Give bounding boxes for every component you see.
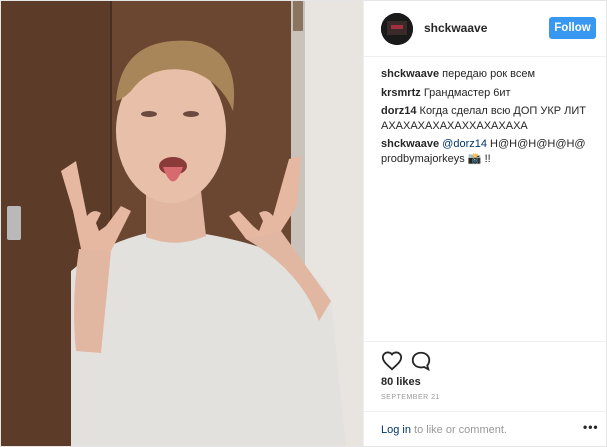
comment-text: передаю рок всем <box>442 68 536 80</box>
author-username[interactable]: shckwaave <box>424 21 487 35</box>
comment-username[interactable]: dorz14 <box>381 105 416 117</box>
instagram-post: shckwaave Follow shckwaave передаю рок в… <box>0 0 607 447</box>
avatar-image <box>381 13 413 45</box>
comment-username[interactable]: krsmrtz <box>381 87 421 99</box>
post-date[interactable]: SEPTEMBER 21 <box>381 394 440 401</box>
photo-illustration <box>1 1 363 446</box>
comment-item: shckwaave @dorz14 Н@Н@Н@Н@Н@ prodbymajor… <box>381 137 591 166</box>
comments-list: shckwaave передаю рок всем krsmrtz Гранд… <box>381 67 591 170</box>
comment-mention[interactable]: @dorz14 <box>442 138 487 150</box>
follow-button[interactable]: Follow <box>549 17 596 39</box>
more-options-icon[interactable]: ••• <box>583 420 599 434</box>
likes-count[interactable]: 80 likes <box>381 376 421 388</box>
comment-username[interactable]: shckwaave <box>381 68 439 80</box>
login-prompt: Log in to like or comment. <box>381 424 507 436</box>
comment-caption: shckwaave передаю рок всем <box>381 67 591 82</box>
comment-icon[interactable] <box>410 350 432 372</box>
author-avatar[interactable] <box>381 13 413 45</box>
login-link[interactable]: Log in <box>381 424 411 436</box>
heart-icon[interactable] <box>381 350 403 372</box>
comment-item: dorz14 Когда сделал всю ДОП УКР ЛИТ АХАХ… <box>381 104 591 133</box>
post-side-panel: shckwaave Follow shckwaave передаю рок в… <box>363 1 606 446</box>
comment-username[interactable]: shckwaave <box>381 138 439 150</box>
comment-text: Грандмастер 6ит <box>423 86 511 99</box>
comment-footer: Log in to like or comment. ••• <box>364 411 606 446</box>
comment-item: krsmrtz Грандмастер 6ит <box>381 86 591 101</box>
action-bar <box>364 341 606 372</box>
post-photo[interactable] <box>1 1 363 446</box>
post-header: shckwaave Follow <box>364 1 606 57</box>
login-prompt-text: to like or comment. <box>410 424 507 436</box>
